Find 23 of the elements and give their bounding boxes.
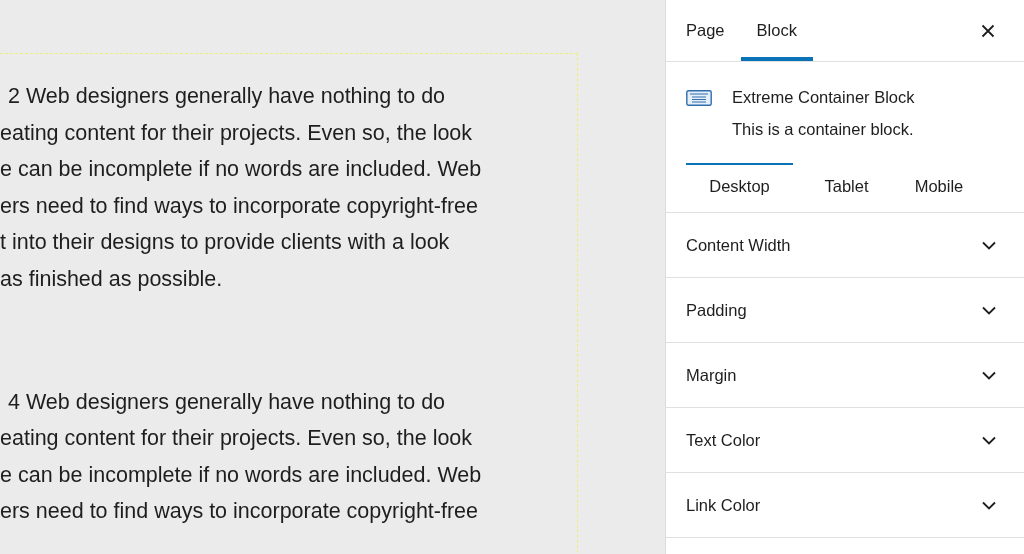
paragraph-line: ers need to find ways to incorporate copyright-free (0, 193, 479, 218)
panel-header[interactable]: Text Color (666, 408, 1024, 473)
paragraph-line: t into their designs to provide clients with a look (0, 230, 450, 255)
sidebar-tab[interactable]: Block (740, 0, 813, 61)
sidebar-tab[interactable]: Page (670, 0, 741, 61)
panel-header[interactable]: Content Width (666, 213, 1024, 278)
container-block-icon (686, 90, 712, 106)
panel-header[interactable]: Link Color (666, 473, 1024, 538)
device-tab[interactable]: Mobile (900, 163, 978, 212)
paragraph-line: eating content for their projects. Even so, the look (0, 426, 473, 451)
paragraph-line: ers need to find ways to incorporate copyright-free (0, 499, 479, 524)
paragraph-line: 4 Web designers generally have nothing to do (8, 389, 446, 414)
device-tab[interactable]: Tablet (793, 163, 900, 212)
block-title: Extreme Container Block (732, 88, 916, 107)
paragraph-line: as finished as possible. (0, 266, 223, 291)
paragraph-line: e can be incomplete if no words are included. Web (0, 462, 482, 487)
paragraph-line: 2 Web designers generally have nothing to do (8, 84, 446, 108)
block-description: This is a container block. (732, 120, 915, 139)
device-tab[interactable]: Desktop (686, 163, 793, 212)
paragraph-line: eating content for their projects. Even so, the look (0, 120, 473, 145)
panel-header[interactable]: Padding (666, 278, 1024, 343)
panel-header[interactable]: Margin (666, 343, 1024, 408)
paragraph-line: e can be incomplete if no words are included. Web (0, 157, 482, 182)
